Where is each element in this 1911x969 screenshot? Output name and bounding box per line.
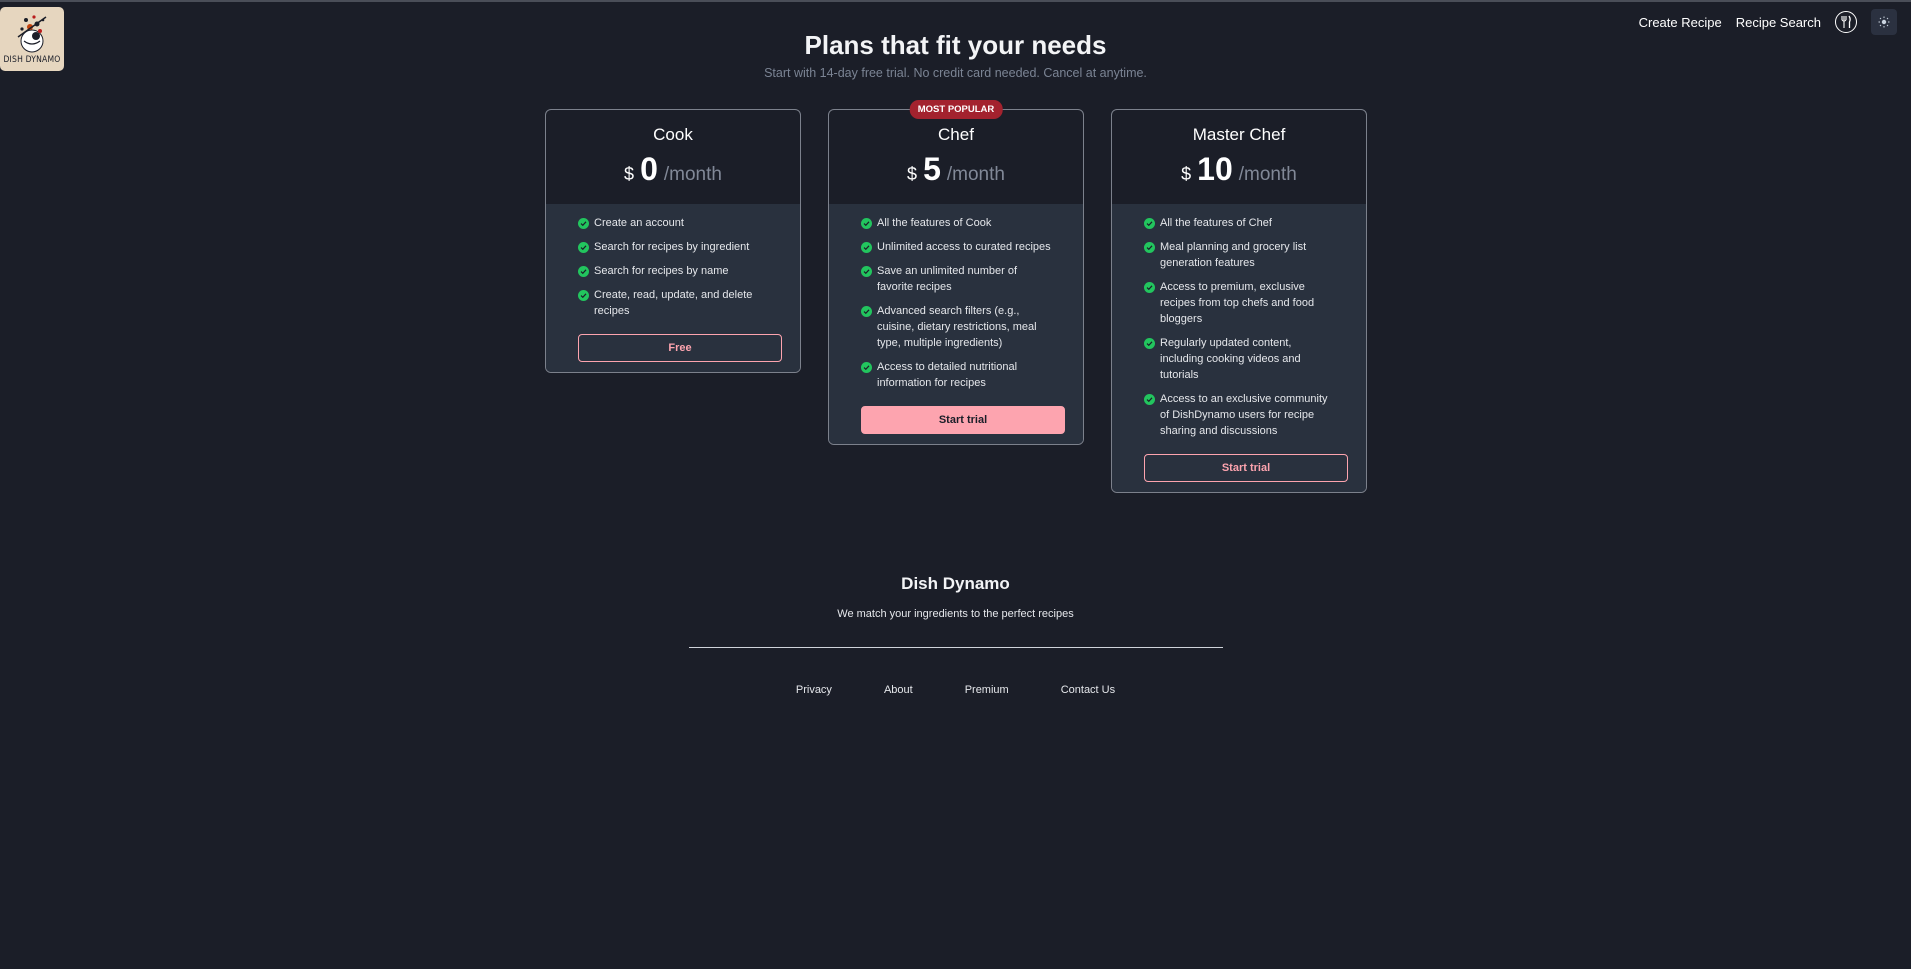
footer-link-privacy[interactable]: Privacy — [796, 684, 832, 696]
free-button[interactable]: Free — [578, 334, 782, 362]
plan-price: $ 5 /month — [829, 152, 1083, 186]
plan-header: Master Chef $ 10 /month — [1112, 110, 1366, 204]
feature-text: Access to an exclusive community of Dish… — [1160, 393, 1328, 437]
check-circle-icon — [861, 242, 872, 253]
price-amount: 5 — [923, 151, 941, 187]
price-period: /month — [663, 164, 722, 185]
price-currency: $ — [624, 164, 635, 184]
plan-body: All the features of Chef Meal planning a… — [1112, 204, 1366, 492]
check-circle-icon — [578, 266, 589, 277]
check-circle-icon — [578, 218, 589, 229]
feature-list: All the features of Cook Unlimited acces… — [861, 215, 1053, 391]
price-period: /month — [946, 164, 1005, 185]
nav-recipe-search[interactable]: Recipe Search — [1736, 15, 1821, 30]
nav-create-recipe[interactable]: Create Recipe — [1639, 15, 1722, 30]
feature-text: Search for recipes by ingredient — [594, 241, 750, 253]
footer-divider — [689, 647, 1223, 648]
price-amount: 0 — [640, 151, 658, 187]
price-currency: $ — [907, 164, 918, 184]
check-circle-icon — [861, 266, 872, 277]
feature-text: Save an unlimited number of favorite rec… — [877, 265, 1018, 293]
check-circle-icon — [1144, 394, 1155, 405]
feature-item: Access to an exclusive community of Dish… — [1144, 391, 1336, 439]
plan-name: Master Chef — [1192, 125, 1286, 144]
feature-item: Search for recipes by name — [578, 263, 770, 279]
check-circle-icon — [1144, 242, 1155, 253]
sun-icon — [1878, 16, 1890, 28]
feature-item: Create an account — [578, 215, 770, 231]
plan-card-master-chef: Master Chef $ 10 /month All the features… — [1111, 109, 1367, 493]
feature-item: Access to detailed nutritional informati… — [861, 359, 1053, 391]
start-trial-button[interactable]: Start trial — [861, 406, 1065, 434]
fork-knife-icon — [1841, 15, 1851, 28]
plan-price: $ 0 /month — [546, 152, 800, 186]
feature-text: Regularly updated content, including coo… — [1160, 337, 1301, 381]
feature-item: Search for recipes by ingredient — [578, 239, 770, 255]
feature-list: Create an account Search for recipes by … — [578, 215, 770, 319]
feature-item: All the features of Cook — [861, 215, 1053, 231]
footer-link-about[interactable]: About — [884, 684, 913, 696]
page-title: Plans that fit your needs — [804, 30, 1107, 60]
feature-item: All the features of Chef — [1144, 215, 1336, 231]
plan-card-cook: Cook $ 0 /month Create an account Search… — [545, 109, 801, 373]
feature-text: Create an account — [594, 217, 684, 229]
feature-item: Create, read, update, and delete recipes — [578, 287, 770, 319]
feature-item: Advanced search filters (e.g., cuisine, … — [861, 303, 1053, 351]
feature-item: Unlimited access to curated recipes — [861, 239, 1053, 255]
feature-text: Advanced search filters (e.g., cuisine, … — [877, 305, 1037, 349]
feature-text: Search for recipes by name — [594, 265, 729, 277]
most-popular-badge: MOST POPULAR — [909, 100, 1003, 119]
feature-item: Access to premium, exclusive recipes fro… — [1144, 279, 1336, 327]
footer-title: Dish Dynamo — [901, 574, 1010, 593]
footer-link-premium[interactable]: Premium — [965, 684, 1009, 696]
price-period: /month — [1238, 164, 1297, 185]
feature-text: Access to premium, exclusive recipes fro… — [1160, 281, 1315, 325]
start-trial-button[interactable]: Start trial — [1144, 454, 1348, 482]
feature-list: All the features of Chef Meal planning a… — [1144, 215, 1336, 439]
plan-header: Cook $ 0 /month — [546, 110, 800, 204]
footer-tagline: We match your ingredients to the perfect… — [837, 608, 1074, 620]
price-amount: 10 — [1197, 151, 1233, 187]
price-currency: $ — [1181, 164, 1192, 184]
page-subtitle: Start with 14-day free trial. No credit … — [764, 66, 1147, 80]
check-circle-icon — [861, 218, 872, 229]
plan-name: Cook — [653, 125, 693, 144]
feature-text: All the features of Chef — [1160, 217, 1272, 229]
check-circle-icon — [861, 362, 872, 373]
check-circle-icon — [1144, 282, 1155, 293]
feature-item: Save an unlimited number of favorite rec… — [861, 263, 1053, 295]
feature-text: Create, read, update, and delete recipes — [594, 289, 753, 317]
feature-item: Meal planning and grocery list generatio… — [1144, 239, 1336, 271]
footer-links: Privacy About Premium Contact Us — [0, 684, 1911, 696]
plan-body: Create an account Search for recipes by … — [546, 204, 800, 372]
feature-text: Unlimited access to curated recipes — [877, 241, 1051, 253]
check-circle-icon — [1144, 218, 1155, 229]
feature-text: Access to detailed nutritional informati… — [877, 361, 1018, 389]
plan-body: All the features of Cook Unlimited acces… — [829, 204, 1083, 444]
check-circle-icon — [578, 290, 589, 301]
plan-card-chef: MOST POPULAR Chef $ 5 /month All the fea… — [828, 100, 1084, 445]
feature-text: Meal planning and grocery list generatio… — [1160, 241, 1307, 269]
footer-link-contact-us[interactable]: Contact Us — [1061, 684, 1115, 696]
feature-text: All the features of Cook — [877, 217, 992, 229]
check-circle-icon — [578, 242, 589, 253]
plan-name: Chef — [938, 125, 974, 144]
feature-item: Regularly updated content, including coo… — [1144, 335, 1336, 383]
check-circle-icon — [1144, 338, 1155, 349]
plan-header: Chef $ 5 /month — [829, 110, 1083, 204]
check-circle-icon — [861, 306, 872, 317]
plan-price: $ 10 /month — [1112, 152, 1366, 186]
